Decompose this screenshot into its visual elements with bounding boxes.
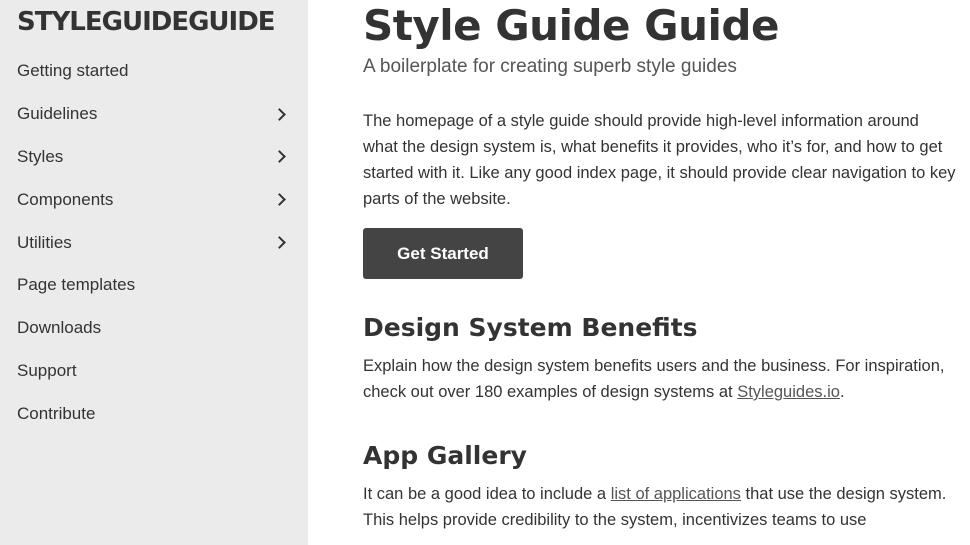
sidebar-item-label: Getting started bbox=[17, 61, 129, 81]
chevron-right-icon bbox=[273, 150, 286, 164]
sidebar-item-label: Styles bbox=[17, 146, 64, 166]
benefits-text-end: . bbox=[839, 383, 845, 401]
intro-paragraph: The homepage of a style guide should pro… bbox=[363, 112, 956, 208]
app-gallery-heading: App Gallery bbox=[363, 441, 527, 470]
sidebar-item-label: Contribute bbox=[17, 403, 96, 423]
page: STYLEGUIDEGUIDE Getting started Guidelin… bbox=[0, 0, 970, 545]
sidebar-item-label: Support bbox=[17, 360, 77, 380]
sidebar: STYLEGUIDEGUIDE Getting started Guidelin… bbox=[0, 0, 308, 545]
sidebar-item-components[interactable]: Components bbox=[0, 178, 308, 221]
sidebar-item-getting-started[interactable]: Getting started bbox=[0, 50, 308, 93]
sidebar-item-contribute[interactable]: Contribute bbox=[0, 392, 308, 435]
list-of-applications-link[interactable]: list of applications bbox=[611, 485, 741, 503]
sidebar-item-label: Page templates bbox=[17, 275, 136, 295]
page-title: Style Guide Guide bbox=[363, 1, 779, 50]
sidebar-item-label: Downloads bbox=[17, 318, 102, 338]
benefits-text: Explain how the design system benefits u… bbox=[363, 357, 945, 401]
gallery-text: It can be a good idea to include a bbox=[363, 485, 611, 503]
styleguides-link[interactable]: Styleguides.io bbox=[737, 383, 840, 401]
sidebar-item-label: Components bbox=[17, 189, 114, 209]
benefits-heading: Design System Benefits bbox=[363, 313, 698, 342]
sidebar-item-downloads[interactable]: Downloads bbox=[0, 307, 308, 350]
sidebar-item-support[interactable]: Support bbox=[0, 350, 308, 393]
chevron-right-icon bbox=[273, 193, 286, 207]
main-content: Style Guide Guide A boilerplate for crea… bbox=[308, 0, 970, 545]
sidebar-item-styles[interactable]: Styles bbox=[0, 136, 308, 179]
benefits-paragraph: Explain how the design system benefits u… bbox=[363, 353, 956, 405]
sidebar-item-utilities[interactable]: Utilities bbox=[0, 221, 308, 264]
sidebar-item-label: Guidelines bbox=[17, 104, 98, 124]
sidebar-item-page-templates[interactable]: Page templates bbox=[0, 264, 308, 307]
sidebar-item-label: Utilities bbox=[17, 232, 72, 252]
sidebar-item-guidelines[interactable]: Guidelines bbox=[0, 93, 308, 136]
page-subtitle: A boilerplate for creating superb style … bbox=[363, 56, 737, 77]
site-logo[interactable]: STYLEGUIDEGUIDE bbox=[17, 8, 308, 44]
chevron-right-icon bbox=[273, 236, 286, 249]
get-started-button[interactable]: Get Started bbox=[363, 228, 523, 279]
app-gallery-paragraph: It can be a good idea to include a list … bbox=[363, 481, 956, 533]
sidebar-nav: Getting started Guidelines Styles Compon… bbox=[0, 50, 308, 435]
chevron-right-icon bbox=[273, 107, 286, 121]
